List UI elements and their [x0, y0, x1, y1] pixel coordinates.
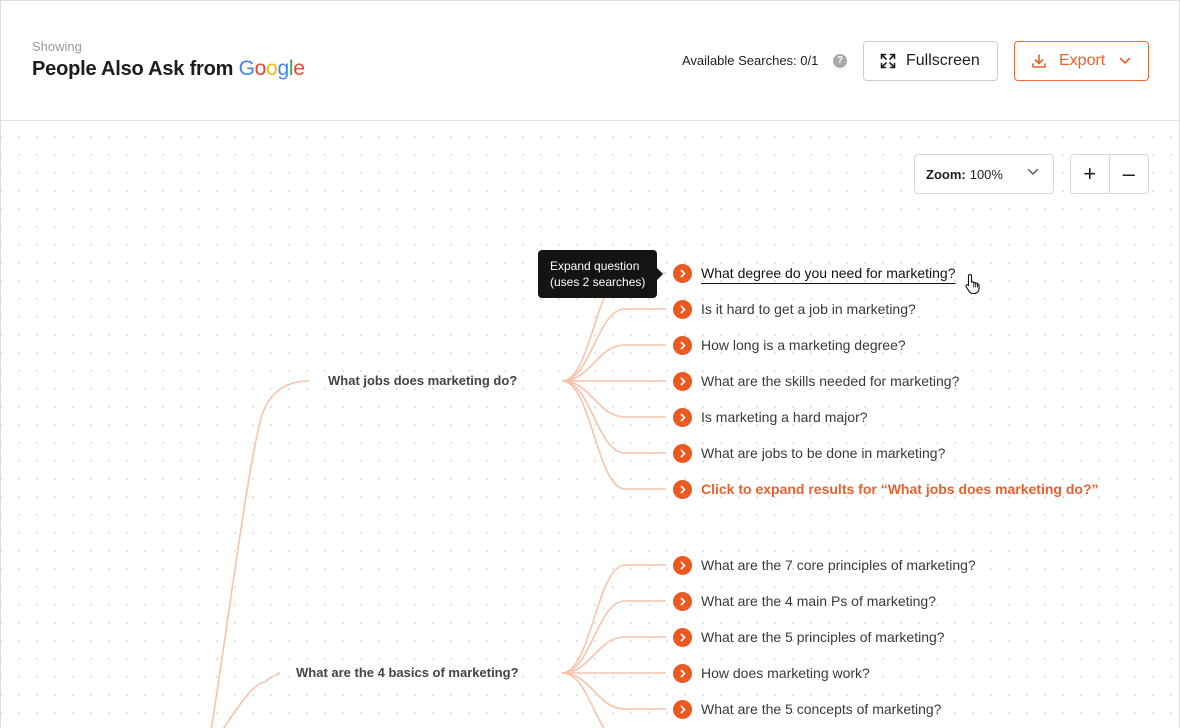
list-item[interactable]: Is marketing a hard major?	[673, 407, 868, 427]
question-text: Is marketing a hard major?	[701, 409, 868, 425]
chevron-right-circle-icon	[673, 591, 692, 611]
export-label: Export	[1059, 52, 1106, 69]
question-text: What are the 4 main Ps of marketing?	[701, 593, 936, 609]
chevron-right-circle-icon	[673, 335, 692, 355]
available-searches: Available Searches: 0/1	[682, 53, 819, 68]
download-icon	[1032, 54, 1046, 68]
question-text: What are the 7 core principles of market…	[701, 557, 976, 573]
list-item[interactable]: How long is a marketing degree?	[673, 335, 906, 355]
google-logo: Google	[238, 57, 305, 80]
chevron-right-circle-icon	[673, 555, 692, 575]
fullscreen-button[interactable]: Fullscreen	[863, 41, 998, 81]
connector-lines	[210, 272, 666, 728]
list-item[interactable]: Is it hard to get a job in marketing?	[673, 299, 916, 319]
list-item[interactable]: What are the 5 principles of marketing?	[673, 627, 945, 647]
question-text: How long is a marketing degree?	[701, 337, 906, 353]
list-item[interactable]: What degree do you need for marketing?	[673, 263, 956, 283]
question-text: What are the skills needed for marketing…	[701, 373, 960, 389]
page-header: Showing People Also Ask from Google Avai…	[1, 1, 1179, 121]
chevron-right-circle-icon	[673, 627, 692, 647]
chevron-right-circle-icon	[673, 663, 692, 683]
expand-results-link[interactable]: Click to expand results for “What jobs d…	[673, 479, 1099, 499]
chevron-right-circle-icon	[673, 407, 692, 427]
page-title: People Also Ask from Google	[32, 57, 305, 81]
question-text: What degree do you need for marketing?	[701, 265, 956, 281]
expand-arrows-icon	[880, 53, 896, 69]
parent-question[interactable]: What jobs does marketing do?	[328, 373, 517, 388]
list-item[interactable]: What are the skills needed for marketing…	[673, 371, 959, 391]
list-item[interactable]: What are the 7 core principles of market…	[673, 555, 976, 575]
app-frame: Showing People Also Ask from Google Avai…	[0, 0, 1180, 728]
list-item[interactable]: What are jobs to be done in marketing?	[673, 443, 945, 463]
chevron-right-circle-icon	[673, 299, 692, 319]
help-icon[interactable]: ?	[833, 54, 847, 68]
list-item[interactable]: What are the 4 main Ps of marketing?	[673, 591, 936, 611]
list-item[interactable]: What are the 5 concepts of marketing?	[673, 699, 941, 719]
parent-question[interactable]: What are the 4 basics of marketing?	[296, 665, 519, 680]
tooltip-line-2: (uses 2 searches)	[550, 275, 646, 289]
chevron-right-circle-icon	[673, 443, 692, 463]
question-text: What are the 5 principles of marketing?	[701, 629, 945, 645]
question-text: Is it hard to get a job in marketing?	[701, 301, 916, 317]
chevron-down-icon	[1119, 57, 1131, 64]
title-prefix: People Also Ask from	[32, 58, 234, 80]
question-text: What are jobs to be done in marketing?	[701, 445, 946, 461]
hand-pointer-icon	[965, 273, 980, 295]
mindmap-canvas[interactable]: Zoom: 100% + – What jobs does marketing …	[1, 122, 1179, 728]
chevron-right-circle-icon	[673, 263, 692, 283]
chevron-right-circle-icon	[673, 699, 692, 719]
chevron-right-circle-icon	[673, 371, 692, 391]
export-button[interactable]: Export	[1014, 41, 1149, 81]
question-text: How does marketing work?	[701, 665, 870, 681]
chevron-right-circle-icon	[673, 479, 692, 499]
expand-question-tooltip: Expand question (uses 2 searches)	[538, 250, 663, 298]
fullscreen-label: Fullscreen	[906, 52, 980, 69]
list-item[interactable]: How does marketing work?	[673, 663, 870, 683]
tooltip-line-1: Expand question	[550, 259, 640, 273]
question-text: What are the 5 concepts of marketing?	[701, 701, 942, 717]
expand-results-text: Click to expand results for “What jobs d…	[701, 481, 1099, 497]
showing-label: Showing	[32, 39, 82, 54]
